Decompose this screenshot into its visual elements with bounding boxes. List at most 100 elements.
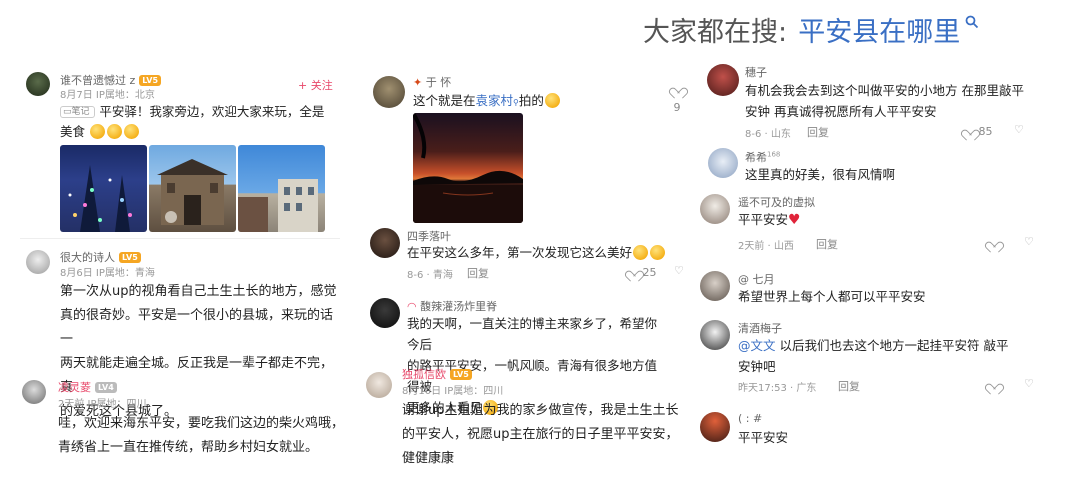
reply-button[interactable]: 回复	[816, 236, 838, 252]
comment-text: 拍的	[518, 93, 544, 108]
comment-text-line: 青绣省上一直在推传统，帮助乡村妇女就业。	[58, 440, 319, 455]
comment-text: 这里真的好美，很有风情啊	[745, 167, 896, 182]
avatar[interactable]	[370, 298, 400, 328]
comment-text: 平平安安	[738, 430, 789, 445]
level-badge: LV4	[95, 382, 117, 393]
comment-author[interactable]: 独孤信欧	[402, 368, 446, 381]
like-count: 25	[642, 266, 657, 279]
avatar[interactable]	[26, 72, 50, 96]
banner-query[interactable]: 平安县在哪里	[798, 17, 960, 48]
comment-author[interactable]: 很大的诗人	[60, 251, 115, 264]
dislike-button[interactable]: ♡	[674, 264, 684, 277]
note-icon: ▭	[63, 107, 72, 117]
comment-photo-sunset[interactable]	[413, 113, 523, 223]
comment-text-line: 安钟吧	[738, 359, 776, 374]
post-photo-night-lights[interactable]	[60, 145, 147, 232]
follow-button[interactable]: + 关注	[298, 77, 333, 93]
dislike-button[interactable]: ♡	[1024, 235, 1034, 248]
comment-author[interactable]: 于 怀	[426, 76, 452, 89]
avatar[interactable]	[366, 372, 392, 398]
comment-text-line: 真的很奇妙。平安是一个很小的县城，来玩的话一	[60, 308, 334, 347]
avatar[interactable]	[370, 228, 400, 258]
reply-button[interactable]: 回复	[807, 124, 829, 140]
heart-icon[interactable]	[672, 83, 683, 93]
comment-author[interactable]: 穗子	[745, 64, 767, 80]
avatar[interactable]	[700, 271, 730, 301]
like-count: 85	[978, 125, 993, 138]
note-tag: ▭笔记	[60, 106, 96, 118]
comment-text-line: 哇，欢迎来海东平安，要吃我们这边的柴火鸡哦，	[58, 416, 345, 431]
comment-author[interactable]: ( : #	[738, 412, 762, 425]
avatar[interactable]	[700, 412, 730, 442]
comment-date-location: 昨天17:53 · 广东	[738, 383, 817, 394]
dislike-icon[interactable]: ♡	[1014, 123, 1024, 136]
comment-text-line: 健健康康	[402, 451, 455, 466]
rainbow-icon: ◠	[407, 300, 417, 313]
heart-icon[interactable]	[988, 379, 999, 389]
comment-text-line: 的平安人，祝愿up主在旅行的日子里平平安安，	[402, 427, 679, 442]
laughing-emoji-icon	[633, 245, 649, 260]
avatar[interactable]	[373, 76, 405, 108]
post-photo-street[interactable]	[238, 145, 325, 232]
avatar[interactable]	[26, 250, 50, 274]
comment-text-line: 以后我们也去这个地方一起挂平安符 敲平	[775, 338, 1009, 353]
comment-text-line: 安钟 再真诚得祝愿所有人平平安安	[745, 104, 937, 119]
comment-date-location: 8月10日 IP属地：四川	[402, 386, 504, 397]
like-count: 9	[673, 101, 681, 114]
comment-author[interactable]: 希希	[745, 151, 767, 164]
comment-author[interactable]: 馥辣灌汤炸里脊	[420, 300, 497, 313]
comment-date-location: 8月6日 IP属地：青海	[60, 268, 155, 279]
like-button[interactable]	[988, 237, 999, 250]
heart-icon[interactable]	[988, 237, 999, 247]
author-superscript: 168	[767, 150, 781, 159]
comment-author[interactable]: 凌灵菱	[58, 381, 91, 394]
comment-text: 这个就是在	[413, 93, 476, 108]
avatar[interactable]	[707, 64, 739, 96]
comment-text: 希望世界上每个人都可以平平安安	[738, 289, 926, 304]
post-date-location: 8月7日 IP属地：北京	[60, 90, 155, 101]
dislike-button[interactable]: ♡	[1014, 123, 1024, 136]
location-link[interactable]: 袁家村	[476, 93, 514, 108]
comment-date-location: 2天前 · 山西	[738, 241, 794, 252]
level-badge: LV5	[119, 252, 141, 263]
like-button[interactable]: 9	[669, 78, 685, 114]
heart-icon[interactable]	[628, 266, 639, 276]
comment-text-line: 谢谢up主姐姐为我的家乡做宣传，我是土生土长	[402, 403, 679, 418]
red-heart-icon: ♥	[788, 212, 801, 228]
post-photo-temple-gate[interactable]	[149, 145, 236, 232]
comment-text: 平平安安	[738, 212, 789, 227]
heart-icon[interactable]	[964, 125, 975, 135]
level-badge: LV5	[139, 75, 162, 86]
dislike-button[interactable]: ♡	[1024, 377, 1034, 390]
comment-date-location: 8-6 · 青海	[407, 270, 453, 281]
post-text-line1: 平安驿！我家旁边，欢迎大家来玩，全是	[99, 104, 325, 119]
laughing-emoji-icon	[650, 245, 666, 260]
post-text-line2: 美食	[60, 124, 86, 139]
comment-author[interactable]: 遥不可及的虚拟	[738, 194, 815, 210]
level-badge: LV5	[450, 369, 472, 380]
comment-text-line: 我的天啊，一直关注的博主来家乡了，希望你今后	[407, 316, 658, 352]
search-icon[interactable]	[965, 15, 979, 29]
search-banner[interactable]: 大家都在搜: 平安县在哪里	[643, 10, 979, 50]
dislike-icon[interactable]: ♡	[1024, 377, 1034, 390]
scared-emoji-icon	[107, 124, 122, 139]
dislike-icon[interactable]: ♡	[1024, 235, 1034, 248]
comment-date-location: 2天前 IP属地：四川	[58, 399, 147, 410]
like-button[interactable]	[988, 379, 999, 392]
dislike-icon[interactable]: ♡	[674, 264, 684, 277]
comment-author[interactable]: @ 七月	[738, 271, 775, 287]
reply-button[interactable]: 回复	[838, 378, 860, 394]
mention-link[interactable]: @文文	[738, 338, 776, 353]
avatar[interactable]	[708, 148, 738, 178]
scared-emoji-icon	[90, 124, 105, 139]
avatar[interactable]	[700, 194, 730, 224]
comment-date-location: 8-6 · 山东	[745, 129, 791, 140]
scared-emoji-icon	[124, 124, 139, 139]
reply-button[interactable]: 回复	[467, 265, 489, 281]
comment-author[interactable]: 清酒梅子	[738, 320, 782, 336]
avatar[interactable]	[700, 320, 730, 350]
banner-prefix: 大家都在搜:	[643, 17, 788, 48]
like-button[interactable]: 85	[964, 125, 993, 138]
like-button[interactable]: 25	[628, 266, 657, 279]
avatar[interactable]	[22, 380, 46, 404]
